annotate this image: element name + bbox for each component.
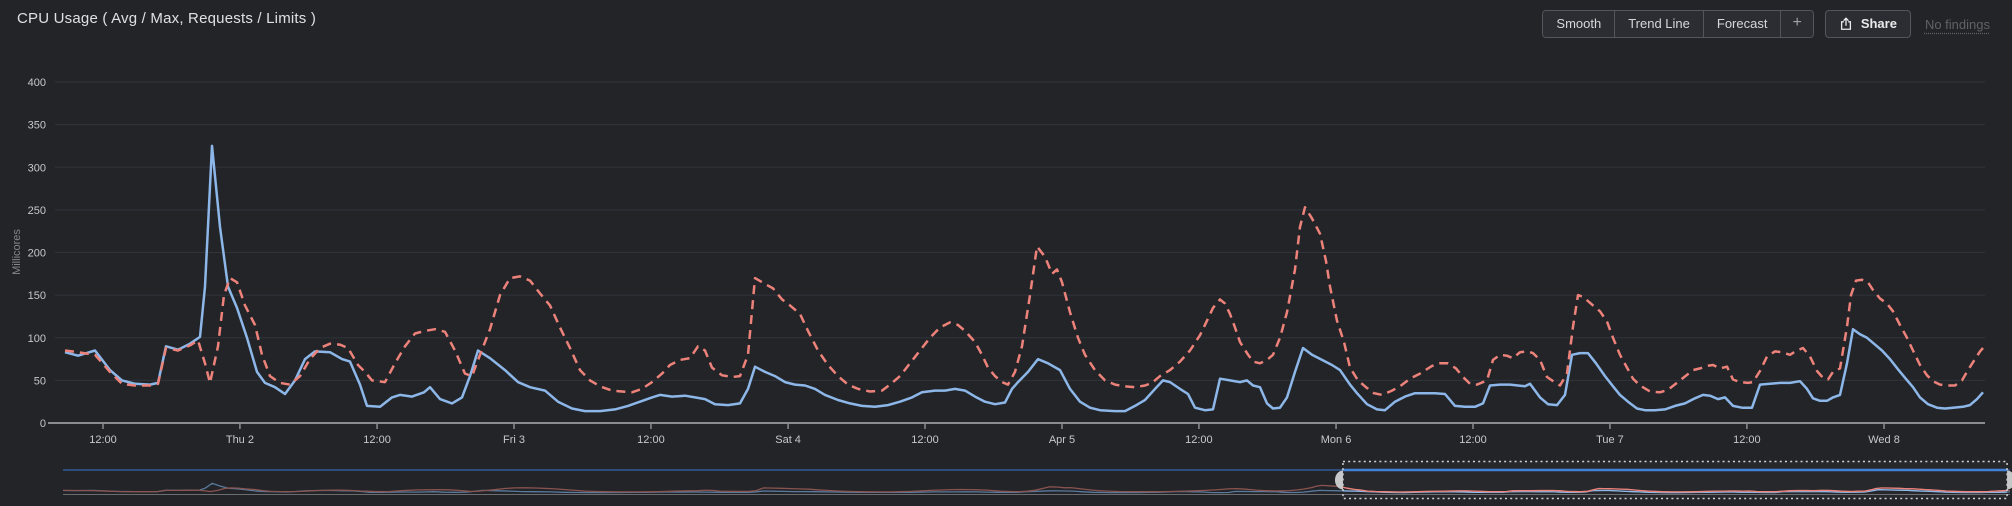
smooth-button[interactable]: Smooth (1543, 11, 1616, 37)
svg-text:Fri 3: Fri 3 (503, 434, 525, 446)
svg-text:Thu 2: Thu 2 (226, 434, 254, 446)
y-axis-labels: 0 50 100 150 200 250 300 350 400 (28, 77, 46, 430)
trend-line-button[interactable]: Trend Line (1615, 11, 1704, 37)
plot-hover-area[interactable] (55, 79, 1985, 423)
brush-selection[interactable] (1342, 460, 2008, 500)
x-axis: 12:00 Thu 2 12:00 Fri 3 12:00 Sat 4 12:00 Apr 5… (48, 422, 1985, 446)
cpu-usage-panel: 0 50 100 150 200 250 300 350 400 12:00 Thu 2 12:00… (0, 0, 2012, 506)
cpu-usage-chart: 050100150200250300350400 12:00 Thu 2 12:00… (11, 77, 2012, 500)
y-axis-title: Millicores (11, 229, 23, 275)
svg-text:Tue 7: Tue 7 (1596, 434, 1624, 446)
svg-text:12:00: 12:00 (637, 434, 665, 446)
forecast-button[interactable]: Forecast (1703, 11, 1782, 37)
svg-text:250: 250 (28, 205, 46, 217)
panel-title: CPU Usage ( Avg / Max, Requests / Limits… (17, 10, 317, 27)
brush-selection-group[interactable] (1334, 460, 2012, 500)
svg-text:400: 400 (28, 77, 46, 89)
svg-text:Mon 6: Mon 6 (1321, 434, 1352, 446)
svg-text:100: 100 (28, 333, 46, 345)
share-icon (1840, 17, 1851, 30)
share-label: Share (1860, 16, 1897, 31)
svg-text:Apr 5: Apr 5 (1049, 434, 1075, 446)
svg-text:Sat 4: Sat 4 (775, 434, 801, 446)
chart-options-group: Smooth Trend Line Forecast + (1542, 10, 1814, 38)
svg-text:12:00: 12:00 (1185, 434, 1213, 446)
share-button[interactable]: Share (1824, 10, 1911, 38)
svg-text:12:00: 12:00 (89, 434, 117, 446)
add-option-button[interactable]: + (1781, 11, 1813, 37)
svg-text:12:00: 12:00 (363, 434, 391, 446)
svg-text:0: 0 (40, 418, 46, 430)
svg-text:Wed 8: Wed 8 (1868, 434, 1900, 446)
panel-controls: Smooth Trend Line Forecast + Share No fi… (1542, 10, 1990, 38)
svg-text:300: 300 (28, 162, 46, 174)
svg-text:12:00: 12:00 (1733, 434, 1761, 446)
svg-text:150: 150 (28, 290, 46, 302)
svg-text:350: 350 (28, 120, 46, 132)
panel-header: CPU Usage ( Avg / Max, Requests / Limits… (0, 0, 2012, 42)
svg-text:12:00: 12:00 (911, 434, 939, 446)
svg-text:200: 200 (28, 248, 46, 260)
svg-text:50: 50 (34, 375, 46, 387)
brush-handle-right[interactable] (2007, 470, 2012, 490)
svg-text:12:00: 12:00 (1459, 434, 1487, 446)
no-findings-link[interactable]: No findings (1925, 17, 1990, 32)
